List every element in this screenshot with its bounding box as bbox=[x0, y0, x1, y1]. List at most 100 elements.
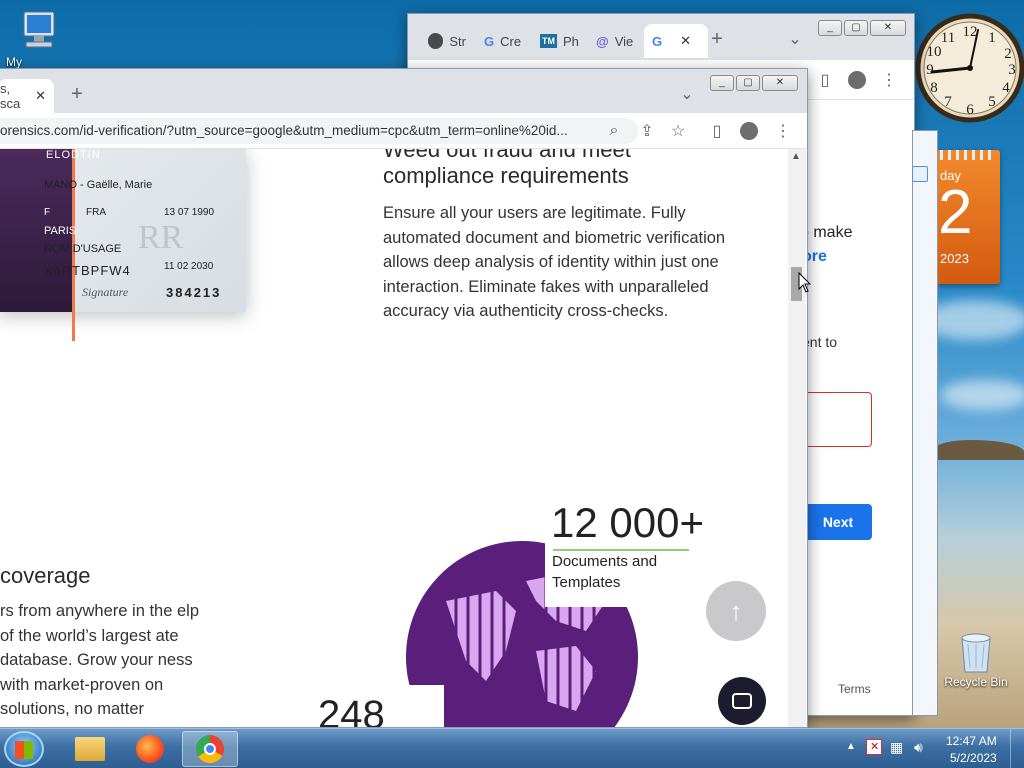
page-scrollbar[interactable]: ▲ bbox=[788, 149, 806, 727]
windows-logo-icon bbox=[15, 741, 33, 759]
menu-kebab-icon[interactable]: ⋮ bbox=[770, 118, 796, 144]
stat-248-number: 248 bbox=[318, 693, 385, 728]
id-birth-place: PARIS bbox=[44, 225, 77, 237]
close-icon[interactable]: ✕ bbox=[680, 33, 691, 49]
next-button[interactable]: Next bbox=[804, 504, 872, 540]
svg-text:8: 8 bbox=[930, 80, 938, 96]
calendar-day-number: 2 bbox=[938, 178, 973, 247]
taskbar-chrome[interactable] bbox=[182, 731, 238, 767]
url-text[interactable]: orensics.com/id-verification/?utm_source… bbox=[0, 123, 600, 138]
back-tab-5-active[interactable]: G ✕ bbox=[644, 24, 708, 58]
chat-icon bbox=[732, 693, 752, 709]
network-icon[interactable]: ▦ bbox=[890, 739, 903, 756]
id-code: 384213 bbox=[166, 285, 222, 300]
bookmark-star-icon[interactable]: ☆ bbox=[665, 118, 691, 144]
stat-caption: Documents and Templates bbox=[552, 553, 658, 591]
id-card-image: ELODTIN MANO - Gaëlle, Marie F FRA 13 07… bbox=[0, 149, 246, 341]
back-tab-label: Vie bbox=[614, 33, 634, 49]
calendar-gadget: day 2 2023 bbox=[936, 150, 1000, 284]
maximize-button[interactable]: ▢ bbox=[736, 75, 760, 91]
chat-button[interactable] bbox=[718, 677, 766, 725]
id-nationality: FRA bbox=[86, 207, 106, 218]
id-sex: F bbox=[44, 207, 51, 218]
clock-gadget: 12 1 2 345 678 9 10 11 bbox=[914, 6, 1024, 130]
profile-icon[interactable] bbox=[844, 67, 870, 93]
show-desktop-button[interactable] bbox=[1010, 729, 1024, 768]
section-body: Ensure all your users are legitimate. Fu… bbox=[383, 204, 726, 320]
back-tab-2[interactable]: G Cre bbox=[476, 24, 530, 58]
back-tab-1[interactable]: Str bbox=[420, 24, 474, 58]
folder-icon bbox=[75, 737, 105, 761]
side-panel-icon[interactable]: ▯ bbox=[812, 67, 838, 93]
mouse-cursor bbox=[798, 272, 812, 293]
svg-text:10: 10 bbox=[927, 44, 942, 60]
svg-text:11: 11 bbox=[941, 30, 955, 46]
front-browser-window[interactable]: s, sca ✕ + ⌄ _ ▢ ✕ orensics.com/id-verif… bbox=[0, 68, 808, 728]
svg-text:9: 9 bbox=[926, 62, 934, 78]
id-usage-name: NOM D'USAGE bbox=[44, 243, 122, 255]
menu-kebab-icon[interactable]: ⋮ bbox=[876, 67, 902, 93]
page-viewport: ELODTIN MANO - Gaëlle, Marie F FRA 13 07… bbox=[0, 149, 790, 728]
section-heading: Weed out fraud and meet compliance requi… bbox=[383, 149, 631, 188]
arrow-up-icon: ↑ bbox=[729, 595, 743, 626]
close-icon[interactable]: ✕ bbox=[35, 88, 46, 104]
chevron-down-icon[interactable]: ⌄ bbox=[674, 81, 700, 107]
chevron-down-icon[interactable]: ⌄ bbox=[782, 26, 808, 52]
id-signature: Signature bbox=[82, 285, 129, 299]
google-icon: G bbox=[484, 33, 495, 49]
back-tab-3[interactable]: TM Ph bbox=[532, 24, 586, 58]
tray-expand-icon[interactable]: ▲ bbox=[846, 741, 856, 752]
tm-icon: TM bbox=[540, 34, 557, 48]
svg-text:6: 6 bbox=[966, 102, 974, 118]
firefox-icon bbox=[136, 735, 164, 763]
taskbar: ▲ ✕ ▦ 🔊︎ 12:47 AM 5/2/2023 bbox=[0, 728, 1024, 768]
id-expiry: 11 02 2030 bbox=[164, 261, 214, 272]
computer-icon bbox=[23, 11, 55, 48]
minimize-button[interactable]: _ bbox=[710, 75, 734, 91]
id-doc-number: X4RTBPFW4 bbox=[44, 263, 131, 278]
terms-link[interactable]: Terms bbox=[838, 682, 871, 696]
start-button[interactable] bbox=[4, 731, 44, 767]
maximize-button[interactable]: ▢ bbox=[844, 20, 868, 36]
front-tab-active[interactable]: s, sca ✕ bbox=[0, 79, 54, 113]
search-icon[interactable]: ⌕ bbox=[601, 118, 627, 144]
partial-window-edge bbox=[912, 130, 938, 716]
action-center-icon[interactable]: ✕ bbox=[866, 739, 882, 755]
minimize-button[interactable]: _ bbox=[818, 20, 842, 36]
side-panel-icon[interactable]: ▯ bbox=[704, 118, 730, 144]
partial-window-button bbox=[912, 166, 928, 182]
back-tab-label: Ph bbox=[563, 33, 579, 49]
clock-time[interactable]: 12:47 AM bbox=[946, 734, 997, 748]
new-tab-button[interactable]: + bbox=[704, 26, 730, 52]
taskbar-firefox[interactable] bbox=[122, 731, 178, 767]
volume-icon[interactable]: 🔊︎ bbox=[914, 739, 923, 756]
close-button[interactable]: ✕ bbox=[870, 20, 906, 36]
chrome-icon bbox=[196, 735, 224, 763]
taskbar-explorer[interactable] bbox=[62, 731, 118, 767]
back-tab-label: Str bbox=[449, 33, 466, 49]
stat-box-248: 248 bbox=[316, 685, 444, 728]
coverage-body: rs from anywhere in the elp of the world… bbox=[0, 602, 200, 718]
svg-text:2: 2 bbox=[1004, 46, 1012, 62]
back-tab-4[interactable]: @ Vie bbox=[588, 24, 642, 58]
stat-box-documents: 12 000+ Documents and Templates bbox=[545, 499, 727, 607]
profile-icon[interactable] bbox=[736, 118, 762, 144]
new-tab-button[interactable]: + bbox=[64, 81, 90, 107]
front-toolbar: orensics.com/id-verification/?utm_source… bbox=[0, 113, 807, 149]
coverage-heading: coverage bbox=[0, 563, 91, 588]
back-tab-label: Cre bbox=[500, 33, 522, 49]
scroll-top-button[interactable]: ↑ bbox=[706, 581, 766, 641]
stat-big-number: 12 000+ bbox=[551, 499, 704, 546]
close-button[interactable]: ✕ bbox=[762, 75, 798, 91]
svg-text:7: 7 bbox=[944, 94, 952, 110]
scroll-up-arrow[interactable]: ▲ bbox=[791, 151, 801, 162]
share-icon[interactable]: ⇪ bbox=[634, 118, 660, 144]
at-icon: @ bbox=[596, 33, 609, 49]
back-tab-strip: Str G Cre TM Ph @ Vie G ✕ + ⌄ _ ▢ ✕ bbox=[408, 14, 914, 60]
svg-text:1: 1 bbox=[988, 30, 996, 46]
id-given-names: MANO - Gaëlle, Marie bbox=[44, 179, 153, 191]
recycle-bin-desktop-icon[interactable]: Recycle Bin bbox=[940, 628, 1012, 689]
svg-text:3: 3 bbox=[1008, 62, 1016, 78]
google-icon: G bbox=[652, 33, 663, 49]
clock-date[interactable]: 5/2/2023 bbox=[950, 751, 997, 765]
